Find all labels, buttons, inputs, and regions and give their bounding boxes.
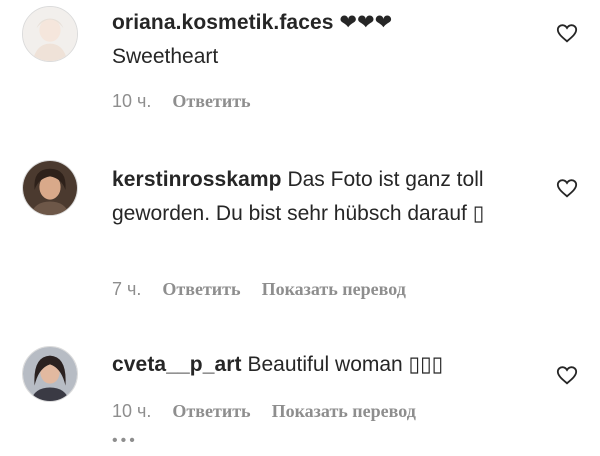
comment-body: oriana.kosmetik.faces ❤❤❤ Sweetheart	[112, 6, 532, 74]
reply-button[interactable]: Ответить	[172, 401, 250, 421]
comment-time[interactable]: 10 ч.	[112, 401, 151, 421]
heart-outline-icon[interactable]	[556, 22, 578, 44]
more-options-icon[interactable]: •••	[112, 432, 138, 450]
comment-username[interactable]: oriana.kosmetik.faces	[112, 11, 334, 34]
show-translation-button[interactable]: Показать перевод	[272, 401, 416, 421]
avatar[interactable]	[22, 160, 78, 216]
comment-meta: 10 ч. Ответить Показать перевод	[112, 401, 432, 422]
comment-body: kerstinrosskamp Das Foto ist ganz toll g…	[112, 163, 532, 231]
avatar[interactable]	[22, 6, 78, 62]
comment-body: cveta__p_art Beautiful woman ▯▯▯	[112, 348, 532, 382]
comment-time[interactable]: 7 ч.	[112, 279, 141, 299]
reply-button[interactable]: Ответить	[162, 279, 240, 299]
reply-button[interactable]: Ответить	[172, 91, 250, 111]
comment-username[interactable]: kerstinrosskamp	[112, 168, 282, 191]
heart-outline-icon[interactable]	[556, 177, 578, 199]
comment-username[interactable]: cveta__p_art	[112, 353, 242, 376]
comment-text-line2: Sweetheart	[112, 45, 219, 68]
comment-meta: 10 ч. Ответить	[112, 91, 267, 112]
comment-time[interactable]: 10 ч.	[112, 91, 151, 111]
show-translation-button[interactable]: Показать перевод	[262, 279, 406, 299]
avatar[interactable]	[22, 346, 78, 402]
comment-meta: 7 ч. Ответить Показать перевод	[112, 279, 422, 300]
comment-text: Beautiful woman ▯▯▯	[247, 353, 444, 376]
heart-outline-icon[interactable]	[556, 364, 578, 386]
comment-text: ❤❤❤	[339, 11, 393, 34]
